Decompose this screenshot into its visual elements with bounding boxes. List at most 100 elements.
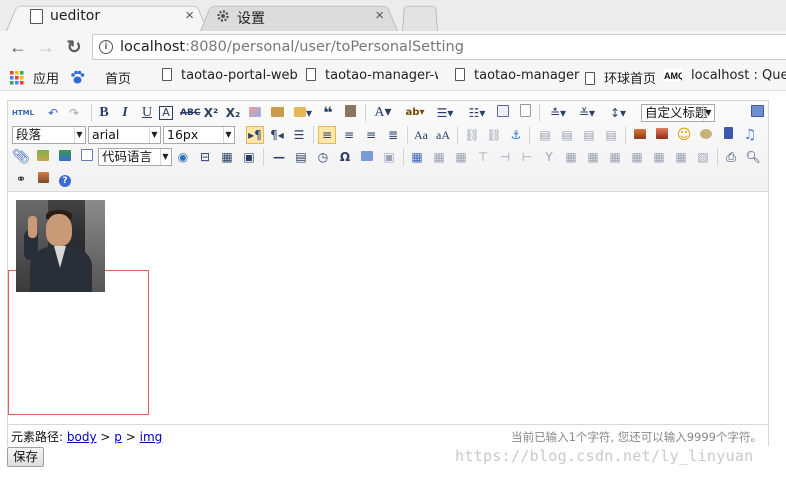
split-to-rows-icon[interactable]: ▦ bbox=[650, 148, 668, 166]
address-bar[interactable]: i localhost:8080/personal/user/toPersona… bbox=[92, 34, 786, 60]
clear-doc-icon[interactable] bbox=[516, 104, 534, 122]
code-language-select[interactable]: 代码语言 ▼ bbox=[98, 148, 172, 166]
ordered-list-button[interactable]: ☰▾ bbox=[432, 104, 458, 122]
path-link-p[interactable]: p bbox=[114, 430, 122, 444]
date-icon[interactable]: ▤ bbox=[292, 148, 310, 166]
path-link-img[interactable]: img bbox=[140, 430, 163, 444]
superscript-button[interactable]: X² bbox=[202, 104, 220, 122]
font-color-button[interactable]: A▾ bbox=[370, 104, 396, 122]
image-right-icon[interactable]: ▤ bbox=[580, 126, 598, 144]
image-center-icon[interactable]: ▤ bbox=[602, 126, 620, 144]
new-tab-button[interactable] bbox=[402, 2, 438, 31]
unlink-icon[interactable]: ⛓ bbox=[485, 126, 503, 144]
merge-cells-icon[interactable]: ▦ bbox=[562, 148, 580, 166]
emotion-icon[interactable]: ☺ bbox=[675, 126, 693, 144]
underline-button[interactable]: U bbox=[138, 104, 156, 122]
eraser-icon[interactable] bbox=[246, 104, 264, 122]
map-icon[interactable] bbox=[34, 148, 52, 166]
direction-ltr-button[interactable]: ▸¶ bbox=[246, 126, 264, 144]
insert-col-icon[interactable]: ⊢ bbox=[518, 148, 536, 166]
word-image-icon[interactable]: ▣ bbox=[380, 148, 398, 166]
horizontal-rule-icon[interactable]: — bbox=[270, 148, 288, 166]
background-icon[interactable]: ▦ bbox=[218, 148, 236, 166]
search-replace-icon[interactable]: ⚭ bbox=[12, 170, 30, 188]
insert-paragraph-before-table-icon[interactable]: ▦ bbox=[452, 148, 470, 166]
strikethrough-button[interactable]: ABC bbox=[180, 104, 200, 122]
chart-icon[interactable]: ▧ bbox=[694, 148, 712, 166]
music-icon[interactable]: ♫ bbox=[741, 126, 759, 144]
forward-button[interactable]: → bbox=[35, 36, 57, 58]
bookmark-global-home[interactable]: 环球首页 bbox=[585, 68, 656, 87]
print-icon[interactable]: ⎙ bbox=[722, 148, 740, 166]
italic-button[interactable]: I bbox=[116, 104, 134, 122]
drafts-icon[interactable] bbox=[34, 170, 52, 188]
page-break-icon[interactable]: ◉ bbox=[174, 148, 192, 166]
tab-ueditor[interactable]: ueditor × bbox=[6, 2, 208, 31]
scrawl-icon[interactable] bbox=[697, 126, 715, 144]
insert-video-icon[interactable] bbox=[719, 126, 737, 144]
subscript-button[interactable]: X₂ bbox=[224, 104, 242, 122]
paragraph-select[interactable]: 段落 ▼ bbox=[12, 126, 86, 144]
delete-table-icon[interactable]: ▦ bbox=[430, 148, 448, 166]
to-uppercase-button[interactable]: Aa bbox=[412, 126, 430, 144]
time-icon[interactable]: ◷ bbox=[314, 148, 332, 166]
merge-down-icon[interactable]: ▦ bbox=[606, 148, 624, 166]
anchor-icon[interactable]: ⚓ bbox=[507, 126, 525, 144]
insert-table-icon[interactable]: ▦ bbox=[408, 148, 426, 166]
merge-right-icon[interactable]: ▦ bbox=[584, 148, 602, 166]
editor-content[interactable] bbox=[8, 192, 768, 424]
image-none-icon[interactable]: ▤ bbox=[536, 126, 554, 144]
paste-plain-icon[interactable] bbox=[341, 104, 359, 122]
back-button[interactable]: ← bbox=[7, 36, 29, 58]
special-chars-icon[interactable]: Ω bbox=[336, 148, 354, 166]
snapscreen-icon[interactable] bbox=[358, 148, 376, 166]
gmap-icon[interactable] bbox=[56, 148, 74, 166]
split-to-cells-icon[interactable]: ▦ bbox=[628, 148, 646, 166]
select-all-icon[interactable] bbox=[494, 104, 512, 122]
save-button[interactable]: 保存 bbox=[7, 447, 45, 467]
delete-row-icon[interactable]: ⊣ bbox=[496, 148, 514, 166]
html-source-button[interactable]: HTML bbox=[12, 104, 34, 122]
bookmark-taotao-manager[interactable]: taotao-manager bbox=[455, 68, 579, 83]
row-spacing-top-button[interactable]: ≛▾ bbox=[545, 104, 571, 122]
font-border-button[interactable]: A bbox=[159, 106, 173, 120]
close-icon[interactable]: × bbox=[375, 7, 384, 24]
split-to-cols-icon[interactable]: ▦ bbox=[672, 148, 690, 166]
format-painter-icon[interactable] bbox=[268, 104, 286, 122]
align-left-button[interactable]: ≡ bbox=[318, 126, 336, 144]
auto-typeset-button[interactable]: ▾ bbox=[290, 104, 316, 122]
align-justify-button[interactable]: ≣ bbox=[384, 126, 402, 144]
attachment-icon[interactable]: 📎︎ bbox=[12, 148, 30, 166]
unordered-list-button[interactable]: ☷▾ bbox=[464, 104, 490, 122]
bold-button[interactable]: B bbox=[95, 104, 113, 122]
preview-icon[interactable]: 🔍︎ bbox=[744, 148, 762, 166]
bookmark-taotao-manager-we[interactable]: taotao-manager-we bbox=[306, 68, 438, 83]
font-size-select[interactable]: 16px ▼ bbox=[163, 126, 235, 144]
bookmark-home[interactable]: 首页 bbox=[70, 68, 131, 87]
direction-rtl-button[interactable]: ¶◂ bbox=[268, 126, 286, 144]
to-lowercase-button[interactable]: aA bbox=[434, 126, 452, 144]
bookmark-localhost-queue[interactable]: AMQ localhost : Queue bbox=[664, 68, 786, 83]
insert-codes-icon[interactable]: ▣ bbox=[240, 148, 258, 166]
insert-image-icon[interactable] bbox=[631, 126, 649, 144]
highlight-color-button[interactable]: ab▾ bbox=[402, 104, 428, 122]
custom-title-select[interactable]: 自定义标题 ▼ bbox=[641, 104, 715, 122]
align-right-button[interactable]: ≡ bbox=[362, 126, 380, 144]
line-height-button[interactable]: ↕▾ bbox=[605, 104, 631, 122]
fullscreen-icon[interactable] bbox=[748, 104, 766, 122]
image-left-icon[interactable]: ▤ bbox=[558, 126, 576, 144]
insert-row-icon[interactable]: ⊤ bbox=[474, 148, 492, 166]
insert-frame-icon[interactable] bbox=[78, 148, 96, 166]
path-link-body[interactable]: body bbox=[67, 430, 97, 444]
blockquote-button[interactable]: ❝ bbox=[319, 104, 337, 122]
redo-button[interactable]: ↷ bbox=[65, 104, 83, 122]
font-family-select[interactable]: arial ▼ bbox=[88, 126, 161, 144]
row-spacing-bottom-button[interactable]: ≚▾ bbox=[574, 104, 600, 122]
link-icon[interactable]: ⛓ bbox=[463, 126, 481, 144]
close-icon[interactable]: × bbox=[185, 7, 194, 24]
template-icon[interactable]: ⊟ bbox=[196, 148, 214, 166]
indent-button[interactable]: ☰ bbox=[290, 126, 308, 144]
bookmark-taotao-portal-web[interactable]: taotao-portal-web bbox=[162, 68, 298, 83]
tab-settings[interactable]: 设置 × bbox=[200, 2, 398, 31]
reload-button[interactable]: ↻ bbox=[63, 36, 85, 58]
